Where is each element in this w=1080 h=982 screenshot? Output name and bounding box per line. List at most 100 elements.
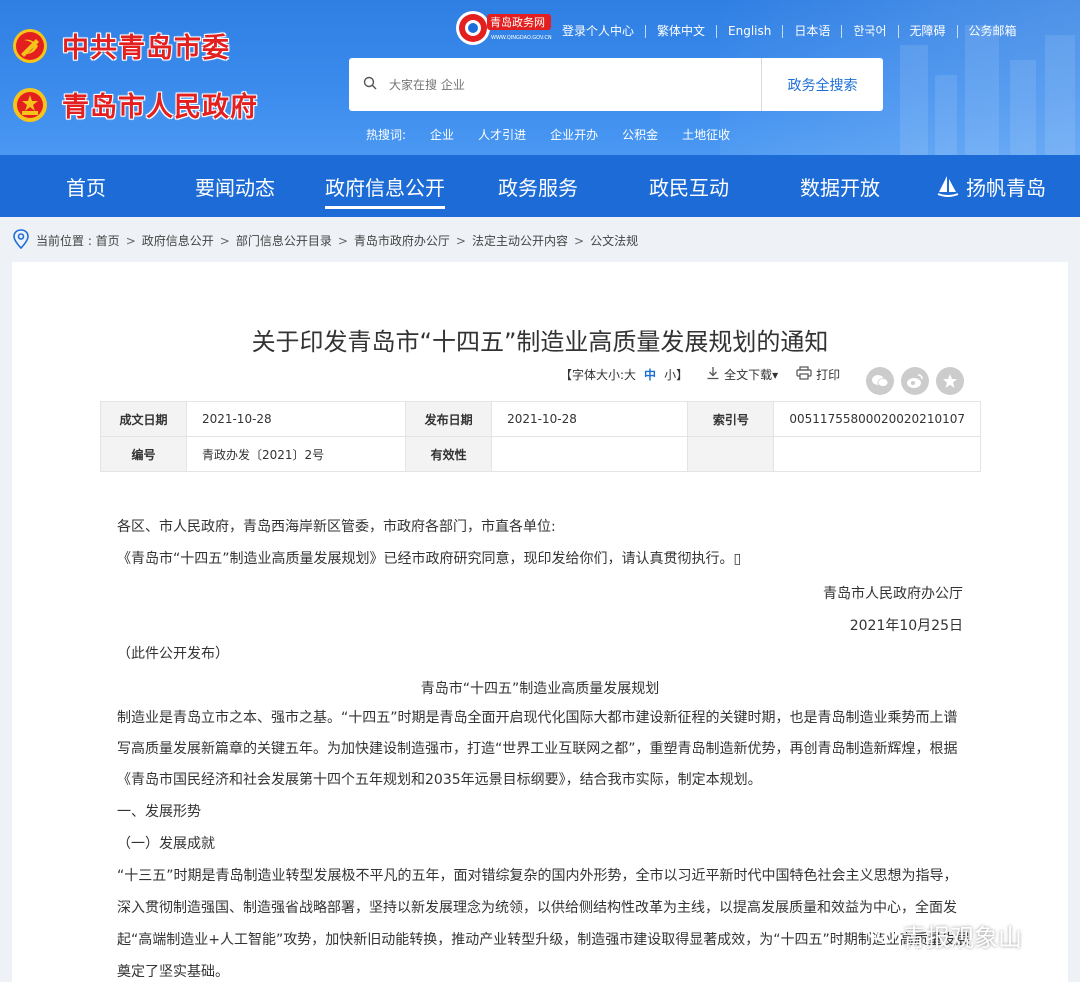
building-decoration — [935, 75, 957, 155]
main-nav: 首页 要闻动态 政府信息公开 政务服务 政民互动 数据开放 扬帆青岛 — [0, 155, 1080, 217]
meta-value — [491, 436, 689, 472]
favorite-share-icon[interactable] — [936, 367, 964, 395]
meta-key: 有效性 — [405, 436, 493, 472]
top-link-korean[interactable]: 한국어 — [842, 22, 897, 40]
search-icon — [363, 75, 377, 94]
publish-note: （此件公开发布） — [117, 646, 229, 662]
nav-item-label: 扬帆青岛 — [966, 175, 1046, 200]
section-heading: 一、发展形势 — [117, 804, 201, 820]
building-decoration — [900, 45, 928, 155]
breadcrumb-separator: > — [574, 233, 585, 248]
top-link-japanese[interactable]: 日本语 — [783, 22, 841, 40]
hot-search-words: 热搜词: 企业 人才引进 企业开办 公积金 土地征收 — [366, 126, 754, 143]
paragraph-line: 写高质量发展新篇章的关键五年。为加快建设制造强市，打造“世界工业互联网之都”，重… — [117, 741, 958, 757]
nav-item-news[interactable]: 要闻动态 — [195, 155, 275, 217]
breadcrumb-separator: > — [337, 233, 348, 248]
building-decoration — [1010, 60, 1036, 155]
nav-item-open-data[interactable]: 数据开放 — [800, 155, 880, 217]
party-logo-link[interactable]: 中共青岛市委 — [12, 26, 230, 65]
top-link-traditional[interactable]: 繁体中文 — [646, 22, 716, 40]
breadcrumb-item[interactable]: 政府信息公开 — [142, 232, 214, 249]
nav-item-gov-info[interactable]: 政府信息公开 — [325, 155, 445, 217]
nav-item-interaction[interactable]: 政民互动 — [649, 155, 729, 217]
gov-name: 青岛市人民政府 — [62, 92, 258, 123]
salutation: 各区、市人民政府，青岛西海岸新区管委，市政府各部门，市直各单位: — [117, 519, 556, 535]
top-link-user-center[interactable]: 登录个人中心 — [562, 22, 645, 40]
gov-logo-link[interactable]: 青岛市人民政府 — [12, 85, 258, 124]
hot-word[interactable]: 企业开办 — [550, 126, 598, 143]
signer: 青岛市人民政府办公厅 — [823, 586, 963, 602]
search-button[interactable]: 政务全搜索 — [761, 58, 883, 111]
national-emblem-icon — [12, 87, 48, 123]
qingdao-gov-logo[interactable]: 青岛政务网 WWW.QINGDAO.GOV.CN — [455, 8, 555, 48]
hot-word[interactable]: 土地征收 — [682, 126, 730, 143]
print-button[interactable]: 打印 — [816, 366, 840, 383]
sign-date: 2021年10月25日 — [849, 618, 963, 634]
paragraph-line: 起“高端制造业+人工智能”攻势，加快新旧动能转换，推动产业转型升级，制造强市建设… — [117, 932, 970, 948]
paragraph-line: 深入贯彻制造强国、制造强省战略部署，坚持以新发展理念为统领，以供给侧结构性改革为… — [117, 900, 957, 916]
breadcrumb-separator: > — [125, 233, 136, 248]
search-box — [349, 58, 761, 111]
font-size-medium[interactable]: 中 — [644, 366, 656, 383]
gov-logo-text: 青岛政务网 — [490, 15, 545, 29]
hot-word[interactable]: 公积金 — [622, 126, 658, 143]
watermark-text: 青报观象山 — [902, 924, 1022, 952]
top-link-accessibility[interactable]: 无障碍 — [899, 22, 957, 40]
meta-key: 索引号 — [687, 401, 775, 437]
search-bar: 政务全搜索 — [349, 58, 883, 111]
table-row: 编号 青政办发〔2021〕2号 有效性 — [100, 436, 981, 472]
notice-text: 《青岛市“十四五”制造业高质量发展规划》已经市政府研究同意，现印发给你们，请认真… — [117, 551, 742, 567]
breadcrumb-item[interactable]: 法定主动公开内容 — [472, 232, 568, 249]
download-icon — [706, 366, 720, 383]
watermark: 青报观象山 — [866, 918, 1022, 953]
paragraph-line: 《青岛市国民经济和社会发展第十四个五年规划和2035年远景目标纲要》，结合我市实… — [117, 772, 762, 788]
party-name: 中共青岛市委 — [62, 33, 230, 64]
building-decoration — [1045, 35, 1075, 155]
nav-item-yangfan[interactable]: 扬帆青岛 — [936, 155, 1046, 217]
paragraph-line: 制造业是青岛立市之本、强市之基。“十四五”时期是青岛全面开启现代化国际大都市建设… — [117, 710, 958, 726]
nav-item-home[interactable]: 首页 — [66, 155, 106, 217]
gov-logo-url: WWW.QINGDAO.GOV.CN — [491, 35, 552, 41]
nav-item-services[interactable]: 政务服务 — [498, 155, 578, 217]
weibo-share-icon[interactable] — [901, 367, 929, 395]
subsection-heading: （一）发展成就 — [117, 836, 215, 852]
location-pin-icon — [12, 229, 30, 252]
download-button[interactable]: 全文下载▾ — [724, 366, 778, 383]
breadcrumb-item[interactable]: 公文法规 — [590, 232, 638, 249]
meta-empty — [773, 436, 981, 472]
article-tools: 【字体大小:大 中 小】 全文下载▾ 打印 — [560, 366, 840, 383]
meta-key: 发布日期 — [405, 401, 493, 437]
top-link-english[interactable]: English — [717, 22, 782, 40]
meta-key: 编号 — [100, 436, 187, 472]
table-row: 成文日期 2021-10-28 发布日期 2021-10-28 索引号 0051… — [100, 401, 981, 437]
breadcrumb-item[interactable]: 青岛市政府办公厅 — [354, 232, 450, 249]
paragraph-line: 奠定了坚实基础。 — [117, 964, 229, 980]
breadcrumb-item[interactable]: 部门信息公开目录 — [236, 232, 332, 249]
breadcrumb-separator: > — [455, 233, 466, 248]
breadcrumb: 当前位置 : 首页 > 政府信息公开 > 部门信息公开目录 > 青岛市政府办公厅… — [12, 229, 638, 252]
font-size-small[interactable]: 小】 — [664, 366, 688, 383]
meta-value: 青政办发〔2021〕2号 — [185, 436, 407, 472]
top-link-official-mail[interactable]: 公务邮箱 — [958, 22, 1028, 40]
hot-word[interactable]: 人才引进 — [478, 126, 526, 143]
hot-word[interactable]: 企业 — [430, 126, 454, 143]
print-icon — [796, 366, 812, 383]
breadcrumb-separator: > — [219, 233, 230, 248]
meta-key: 成文日期 — [100, 401, 187, 437]
wechat-share-icon[interactable] — [866, 367, 894, 395]
plan-title: 青岛市“十四五”制造业高质量发展规划 — [420, 681, 660, 697]
hot-search-label: 热搜词: — [366, 128, 407, 142]
breadcrumb-home[interactable]: 当前位置 : 首页 — [36, 232, 120, 249]
font-size-label[interactable]: 【字体大小:大 — [560, 366, 636, 383]
meta-value: 2021-10-28 — [491, 401, 689, 437]
meta-empty — [687, 436, 775, 472]
article-title: 关于印发青岛市“十四五”制造业高质量发展规划的通知 — [251, 328, 829, 356]
paragraph-line: “十三五”时期是青岛制造业转型发展极不平凡的五年，面对错综复杂的国内外形势，全市… — [117, 868, 958, 884]
site-header: 中共青岛市委 青岛市人民政府 青岛政务网 WWW.QINGDAO.GOV.CN … — [0, 0, 1080, 155]
party-emblem-icon — [12, 28, 48, 64]
search-input[interactable] — [389, 77, 719, 92]
wechat-watermark-icon — [866, 920, 896, 952]
building-decoration — [965, 25, 999, 155]
sailboat-icon — [936, 174, 960, 198]
meta-value: 00511755800020020210107 — [773, 401, 981, 437]
